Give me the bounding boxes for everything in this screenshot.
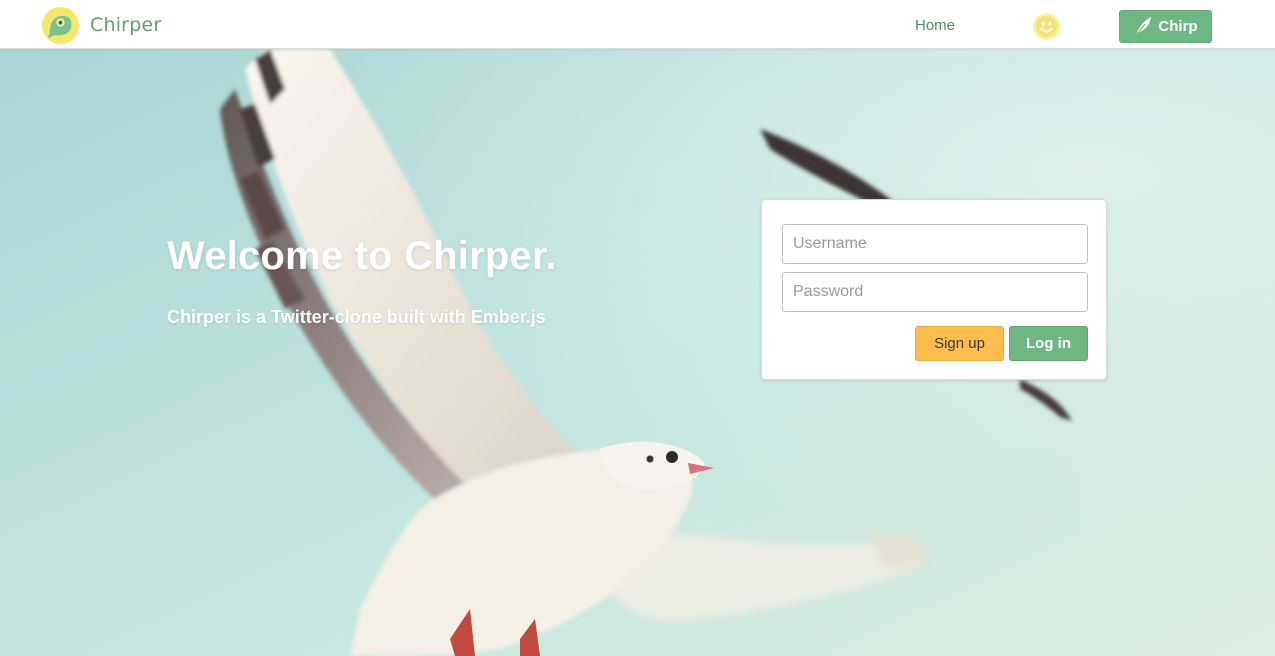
- username-input[interactable]: [782, 224, 1088, 264]
- hero-subtitle: Chirper is a Twitter-clone built with Em…: [167, 307, 546, 327]
- top-navbar: Chirper Home Chirp: [0, 0, 1275, 49]
- chirp-button[interactable]: Chirp: [1119, 10, 1212, 43]
- brand-name: Chirper: [90, 14, 162, 36]
- user-avatar-smiley-icon[interactable]: [1032, 12, 1061, 41]
- nav-home-link[interactable]: Home: [915, 17, 955, 34]
- chirp-button-label: Chirp: [1158, 18, 1198, 35]
- login-button[interactable]: Log in: [1009, 326, 1088, 361]
- login-form: Sign up Log in: [761, 199, 1107, 380]
- password-input[interactable]: [782, 272, 1088, 312]
- feather-icon: [1134, 16, 1152, 37]
- brand-home-link[interactable]: Chirper: [41, 5, 161, 45]
- hero-title: Welcome to Chirper.: [167, 234, 557, 278]
- chirper-logo-icon: [41, 6, 80, 44]
- signup-button[interactable]: Sign up: [915, 326, 1004, 361]
- hero-section: Welcome to Chirper. Chirper is a Twitter…: [0, 49, 1275, 656]
